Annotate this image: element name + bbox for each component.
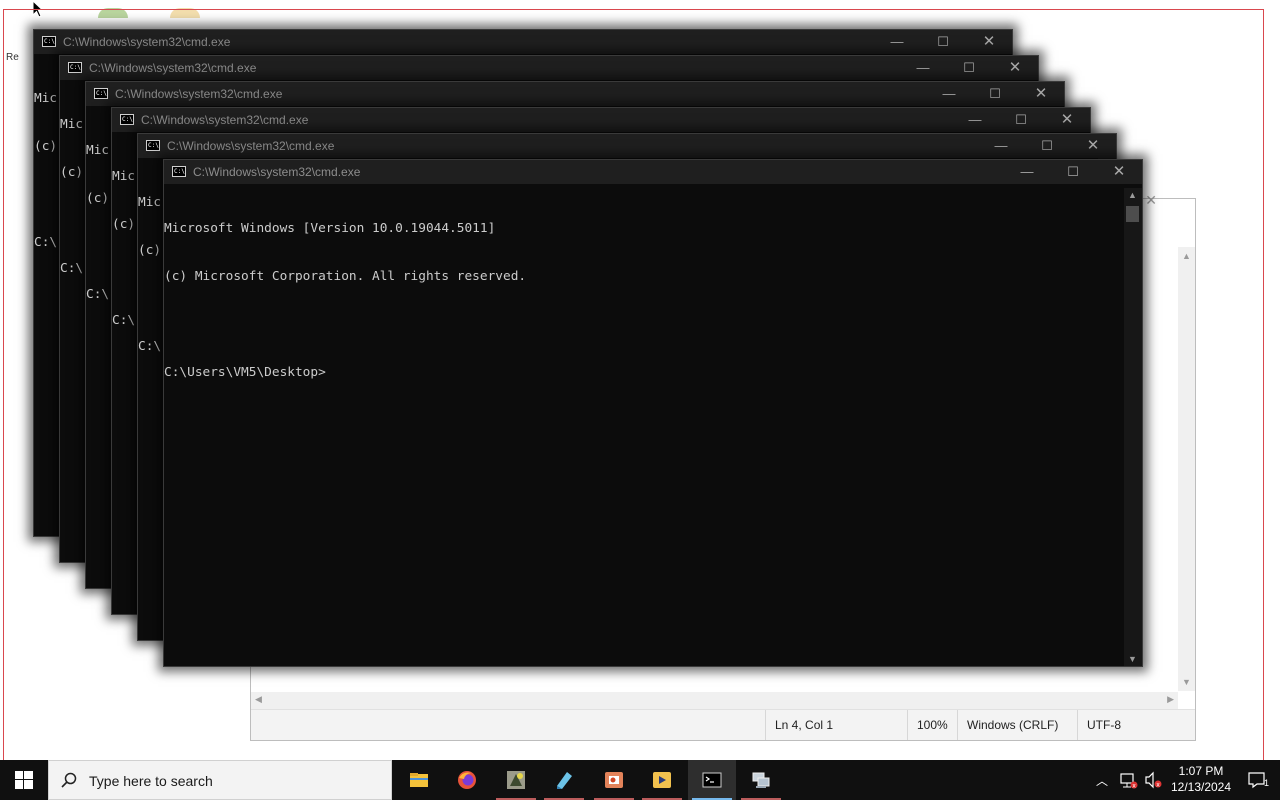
minimize-button[interactable]: — [900,56,946,80]
cmd-titlebar[interactable]: C:\ C:\Windows\system32\cmd.exe — ☐ ✕ [34,30,1012,54]
clock[interactable]: 1:07 PM 12/13/2024 [1166,763,1236,795]
desktop-shortcut-icon[interactable] [98,8,128,18]
windows-logo-icon [15,771,33,789]
powerpoint-icon [605,772,623,788]
zoom-level: 100% [907,710,957,740]
console-line: (c) Microsoft Corporation. All rights re… [164,269,527,284]
scroll-thumb[interactable] [1126,206,1139,222]
cmd-window-active[interactable]: C:\ C:\Windows\system32\cmd.exe — ☐ ✕ Mi… [163,159,1143,667]
close-button[interactable]: ✕ [966,30,1012,54]
scroll-up-icon[interactable]: ▲ [1128,190,1137,200]
cmd-app-icon: C:\ [172,166,186,177]
close-button[interactable]: ✕ [1018,82,1064,106]
maximize-button[interactable]: ☐ [1024,134,1070,158]
cmd-window-title: C:\Windows\system32\cmd.exe [193,165,361,179]
svg-text:x: x [1132,783,1136,790]
line-ending: Windows (CRLF) [957,710,1077,740]
cmd-scrollbar[interactable]: ▲ ▼ [1124,188,1142,666]
cmd-app-icon: C:\ [146,140,160,151]
cmd-window-title: C:\Windows\system32\cmd.exe [63,35,231,49]
taskbar-media-player[interactable] [638,760,686,800]
close-button[interactable]: ✕ [992,56,1038,80]
scroll-up-icon[interactable]: ▲ [1182,251,1191,261]
search-icon [61,772,77,788]
cursor-position: Ln 4, Col 1 [765,710,907,740]
taskbar-firefox[interactable] [443,760,491,800]
notepad-status-bar: Ln 4, Col 1 100% Windows (CRLF) UTF-8 [251,709,1195,740]
notepad-vertical-scrollbar[interactable]: ▲ ▼ [1178,247,1195,691]
file-explorer-icon [410,773,428,787]
cmd-titlebar[interactable]: C:\ C:\Windows\system32\cmd.exe — ☐ ✕ [86,82,1064,106]
close-button[interactable]: ✕ [1096,160,1142,184]
desktop: Re ✕ ▲ ▼ ◀ ▶ Ln 4, Col 1 100% Windows (C… [0,0,1280,760]
scroll-down-icon[interactable]: ▼ [1182,677,1191,687]
scroll-down-icon[interactable]: ▼ [1128,654,1137,664]
minimize-button[interactable]: — [874,30,920,54]
firefox-icon [458,771,476,789]
taskbar-file-explorer[interactable] [395,760,443,800]
minimize-button[interactable]: — [952,108,998,132]
encoding: UTF-8 [1077,710,1197,740]
notepad-horizontal-scrollbar[interactable]: ◀ ▶ [251,692,1178,709]
notification-count-badge: 1 [1263,778,1269,788]
console-prompt: C:\Users\VM5\Desktop> [164,365,326,380]
taskbar-network-app[interactable] [737,760,785,800]
scroll-left-icon[interactable]: ◀ [255,694,262,705]
chevron-up-icon[interactable]: ︿ [1096,772,1108,789]
svg-text:x: x [1156,782,1160,789]
cmd-window-title: C:\Windows\system32\cmd.exe [115,87,283,101]
cmd-titlebar[interactable]: C:\ C:\Windows\system32\cmd.exe — ☐ ✕ [112,108,1090,132]
scroll-right-icon[interactable]: ▶ [1167,694,1174,705]
taskbar-paint[interactable] [540,760,588,800]
clock-date: 12/13/2024 [1170,780,1232,794]
cmd-titlebar[interactable]: C:\ C:\Windows\system32\cmd.exe — ☐ ✕ [138,134,1116,158]
mouse-cursor-icon [32,0,45,18]
close-button[interactable]: ✕ [1044,108,1090,132]
network-icon [752,772,770,788]
cmd-app-icon: C:\ [120,114,134,125]
minimize-button[interactable]: — [978,134,1024,158]
desktop-folder-icon[interactable] [170,8,200,18]
paint-icon [557,772,572,789]
maximize-button[interactable]: ☐ [998,108,1044,132]
command-prompt-icon [702,772,722,788]
cmd-window-title: C:\Windows\system32\cmd.exe [141,113,309,127]
network-status-icon[interactable]: x [1120,771,1138,789]
start-button[interactable] [0,760,48,800]
cmd-app-icon: C:\ [94,88,108,99]
system-tray: ︿ x x 1:07 PM 12/13/2024 1 [1080,760,1280,800]
media-player-icon [653,772,671,788]
taskbar-powerpoint[interactable] [590,760,638,800]
taskbar: Type here to search ︿ x x 1:07 PM 12/13/… [0,760,1280,800]
search-placeholder: Type here to search [89,773,213,789]
cmd-titlebar[interactable]: C:\ C:\Windows\system32\cmd.exe — ☐ ✕ [164,160,1142,184]
cmd-console[interactable]: Microsoft Windows [Version 10.0.19044.50… [164,189,1124,666]
maximize-button[interactable]: ☐ [946,56,992,80]
minimize-button[interactable]: — [1004,160,1050,184]
minimize-button[interactable]: — [926,82,972,106]
cmd-titlebar[interactable]: C:\ C:\Windows\system32\cmd.exe — ☐ ✕ [60,56,1038,80]
console-line: Microsoft Windows [Version 10.0.19044.50… [164,221,496,236]
cmd-window-title: C:\Windows\system32\cmd.exe [89,61,257,75]
maximize-button[interactable]: ☐ [920,30,966,54]
maximize-button[interactable]: ☐ [972,82,1018,106]
desktop-shortcut-label: Re [6,52,19,63]
maximize-button[interactable]: ☐ [1050,160,1096,184]
close-button[interactable]: ✕ [1070,134,1116,158]
cmd-app-icon: C:\ [68,62,82,73]
volume-muted-icon[interactable]: x [1144,771,1162,789]
notification-center-icon[interactable]: 1 [1248,771,1269,794]
app-icon [507,771,525,789]
taskbar-app[interactable] [492,760,540,800]
taskbar-command-prompt[interactable] [688,760,736,800]
cmd-app-icon: C:\ [42,36,56,47]
notepad-close-icon[interactable]: ✕ [1145,192,1157,209]
taskbar-search-box[interactable]: Type here to search [48,760,392,800]
clock-time: 1:07 PM [1178,764,1224,778]
cmd-window-title: C:\Windows\system32\cmd.exe [167,139,335,153]
